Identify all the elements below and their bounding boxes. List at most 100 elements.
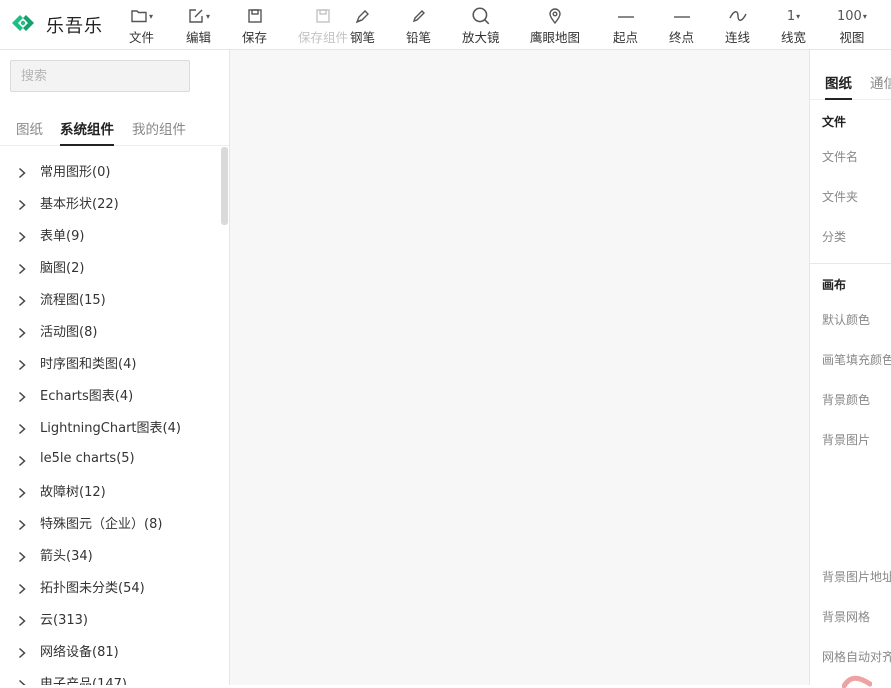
- tree-item-label: 基本形状(22): [40, 196, 119, 212]
- toolbar-label: 铅笔: [406, 30, 432, 45]
- tab-drawings[interactable]: 图纸: [16, 118, 43, 144]
- tree-item[interactable]: 箭头(34): [0, 538, 222, 570]
- tree-item-label: 电子产品(147): [40, 676, 127, 686]
- toolbar-eagle-map-button[interactable]: 鹰眼地图: [530, 6, 580, 46]
- tree-item-label: 常用图形(0): [40, 164, 111, 180]
- curve-icon: [728, 6, 748, 26]
- tree-item[interactable]: 常用图形(0): [0, 154, 222, 186]
- field-background-image-url-label: 背景图片地址: [822, 570, 891, 584]
- tree-item[interactable]: 云(313): [0, 602, 222, 634]
- section-divider: [810, 263, 891, 264]
- tree-item[interactable]: 表单(9): [0, 218, 222, 250]
- chevron-right-icon: [16, 356, 28, 371]
- component-panel: 图纸 系统组件 我的组件 常用图形(0) 基本形状(22) 表单(9) 脑图(2) 流程…: [0, 50, 230, 685]
- line-start-icon: [617, 6, 635, 26]
- app-name: 乐吾乐: [46, 16, 103, 37]
- tree-item-label: LightningChart图表(4): [40, 420, 181, 436]
- chevron-right-icon: [16, 580, 28, 595]
- line-end-icon: [673, 6, 691, 26]
- chevron-right-icon: [16, 676, 28, 685]
- zoom-icon: 100 ▾: [837, 8, 867, 24]
- field-background-image-label: 背景图片: [822, 433, 871, 447]
- field-grid-snap-label: 网格自动对齐: [822, 650, 891, 664]
- save-icon: [246, 6, 264, 26]
- magnifier-icon: [471, 6, 491, 26]
- toolbar-line-start-button[interactable]: 起点: [613, 6, 638, 46]
- tree-item[interactable]: 活动图(8): [0, 314, 222, 346]
- tree-item-label: 网络设备(81): [40, 644, 119, 660]
- toolbar-view-dropdown[interactable]: 100 ▾ 视图: [837, 6, 867, 46]
- toolbar-label: 钢笔: [350, 30, 376, 45]
- field-folder-label: 文件夹: [822, 190, 859, 204]
- edit-icon: ▾: [187, 6, 210, 26]
- toolbar-label: 起点: [613, 30, 639, 45]
- toolbar-label: 保存组件: [298, 30, 349, 45]
- toolbar-line-width-dropdown[interactable]: 1 ▾ 线宽: [781, 6, 806, 46]
- chevron-right-icon: [16, 484, 28, 499]
- chevron-right-icon: [16, 260, 28, 275]
- tree-item[interactable]: LightningChart图表(4): [0, 410, 222, 442]
- tree-item-label: 云(313): [40, 612, 88, 628]
- tree-item[interactable]: 电子产品(147): [0, 666, 222, 685]
- left-scrollbar[interactable]: [221, 147, 228, 225]
- floating-widget-icon[interactable]: [842, 674, 872, 688]
- field-background-color-label: 背景颜色: [822, 393, 871, 407]
- drawing-canvas[interactable]: [230, 50, 809, 685]
- toolbar-label: 编辑: [186, 30, 212, 45]
- line-width-value: 1: [786, 8, 796, 24]
- search-input[interactable]: [10, 60, 190, 92]
- toolbar-label: 终点: [669, 30, 695, 45]
- chevron-right-icon: [16, 516, 28, 531]
- properties-panel: 图纸 通信 文件 文件名 文件夹 分类 画布 默认颜色 画笔填充颜色 背景颜色 …: [809, 50, 891, 685]
- tree-item-label: 箭头(34): [40, 548, 93, 564]
- toolbar-save-button[interactable]: 保存: [242, 6, 267, 46]
- tree-item[interactable]: 流程图(15): [0, 282, 222, 314]
- tree-item-label: 脑图(2): [40, 260, 85, 276]
- top-toolbar: 乐吾乐 ▾ 文件 ▾ 编辑 保存 保存组件 钢笔 铅笔 放大镜 鹰眼地图 起点 …: [0, 0, 891, 50]
- section-title-canvas: 画布: [822, 278, 847, 292]
- right-tabs: 图纸 通信: [810, 50, 891, 100]
- app-logo[interactable]: 乐吾乐: [8, 10, 103, 40]
- tree-item-label: 表单(9): [40, 228, 85, 244]
- tree-item[interactable]: 故障树(12): [0, 474, 222, 506]
- pen-icon: [354, 6, 372, 26]
- tab-my-components[interactable]: 我的组件: [132, 118, 186, 144]
- chevron-right-icon: [16, 452, 28, 467]
- tree-item[interactable]: 拓扑图未分类(54): [0, 570, 222, 602]
- tab-drawing-props[interactable]: 图纸: [825, 72, 852, 100]
- left-tabs: 图纸 系统组件 我的组件: [0, 112, 229, 146]
- toolbar-file-menu[interactable]: ▾ 文件: [129, 6, 154, 46]
- toolbar-save-component-button[interactable]: 保存组件: [298, 6, 348, 46]
- tree-item[interactable]: 基本形状(22): [0, 186, 222, 218]
- tree-item-label: 拓扑图未分类(54): [40, 580, 145, 596]
- field-background-grid-label: 背景网格: [822, 610, 871, 624]
- toolbar-connector-button[interactable]: 连线: [725, 6, 750, 46]
- tree-item-label: Echarts图表(4): [40, 388, 134, 404]
- tree-item-label: 流程图(15): [40, 292, 106, 308]
- tree-item[interactable]: 网络设备(81): [0, 634, 222, 666]
- chevron-right-icon: [16, 388, 28, 403]
- line-width-icon: 1 ▾: [786, 8, 801, 24]
- chevron-right-icon: [16, 292, 28, 307]
- toolbar-edit-menu[interactable]: ▾ 编辑: [186, 6, 211, 46]
- tab-system-components[interactable]: 系统组件: [60, 118, 114, 146]
- chevron-right-icon: [16, 196, 28, 211]
- tree-item[interactable]: 时序图和类图(4): [0, 346, 222, 378]
- tab-communication[interactable]: 通信: [870, 72, 891, 98]
- field-filename-label: 文件名: [822, 150, 859, 164]
- toolbar-pen-button[interactable]: 钢笔: [350, 6, 375, 46]
- tree-item[interactable]: le5le charts(5): [0, 442, 222, 474]
- toolbar-pencil-button[interactable]: 铅笔: [406, 6, 431, 46]
- chevron-right-icon: [16, 420, 28, 435]
- tree-item[interactable]: Echarts图表(4): [0, 378, 222, 410]
- chevron-right-icon: [16, 164, 28, 179]
- tree-item[interactable]: 脑图(2): [0, 250, 222, 282]
- chevron-right-icon: [16, 324, 28, 339]
- toolbar-line-end-button[interactable]: 终点: [669, 6, 694, 46]
- tree-item[interactable]: 特殊图元（企业）(8): [0, 506, 222, 538]
- zoom-value: 100: [837, 8, 862, 24]
- field-category-label: 分类: [822, 230, 847, 244]
- tree-item-label: 故障树(12): [40, 484, 106, 500]
- toolbar-magnifier-button[interactable]: 放大镜: [462, 6, 500, 46]
- section-title-file: 文件: [822, 115, 847, 129]
